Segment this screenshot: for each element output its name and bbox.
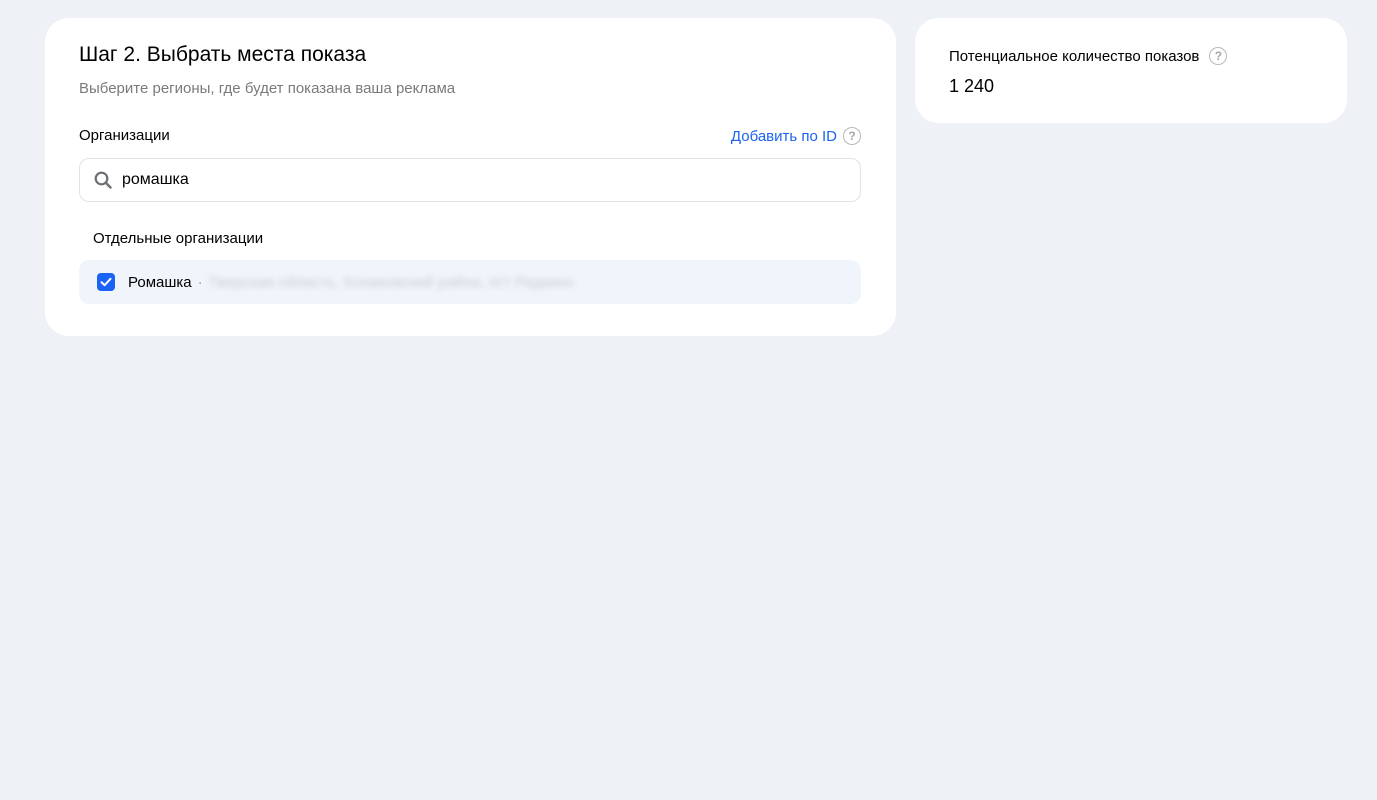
impressions-label: Потенциальное количество показов bbox=[949, 47, 1200, 65]
impressions-value: 1 240 bbox=[949, 76, 995, 96]
impressions-card: Потенциальное количество показов ? 1 240 bbox=[915, 18, 1347, 123]
organization-list-item[interactable]: Ромашка · Тверская область, Конаковский … bbox=[79, 260, 861, 304]
organization-separator: · bbox=[197, 273, 203, 291]
organization-name: Ромашка bbox=[128, 273, 192, 291]
search-icon bbox=[94, 171, 112, 189]
checkmark-icon bbox=[100, 277, 112, 287]
impressions-label-row: Потенциальное количество показов ? bbox=[949, 47, 1228, 65]
individual-organizations-title: Отдельные организации bbox=[93, 230, 264, 247]
organization-checkbox[interactable] bbox=[97, 273, 115, 291]
impressions-help-icon[interactable]: ? bbox=[1209, 47, 1228, 65]
step-card: Шаг 2. Выбрать места показа Выберите рег… bbox=[45, 18, 896, 336]
page: Шаг 2. Выбрать места показа Выберите рег… bbox=[0, 0, 1377, 800]
organizations-label: Организации bbox=[79, 127, 170, 144]
add-by-id-link[interactable]: Добавить по ID ? bbox=[731, 127, 861, 145]
organization-address-blurred: Тверская область, Конаковский район, пгт… bbox=[208, 273, 575, 291]
step-subtitle: Выберите регионы, где будет показана ваш… bbox=[79, 80, 456, 97]
organization-search-box[interactable] bbox=[79, 158, 861, 202]
add-by-id-label: Добавить по ID bbox=[730, 127, 837, 145]
step-title: Шаг 2. Выбрать места показа bbox=[79, 43, 367, 66]
help-icon[interactable]: ? bbox=[843, 127, 861, 145]
organization-search-input[interactable] bbox=[122, 171, 822, 189]
